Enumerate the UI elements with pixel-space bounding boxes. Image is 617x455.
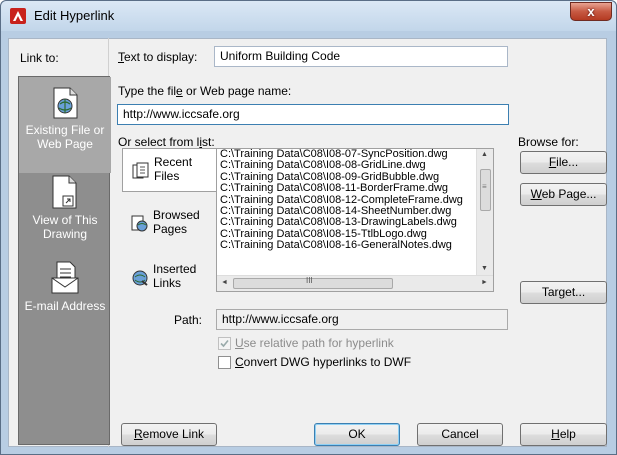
email-icon [51, 261, 79, 294]
list-item[interactable]: C:\Training Data\C08\I08-11-BorderFrame.… [217, 182, 479, 194]
list-source-tabs: Recent Files Browsed Pages Inserted Link… [122, 148, 216, 300]
ok-button[interactable]: OK [314, 423, 400, 446]
path-field: http://www.iccsafe.org [216, 309, 508, 330]
convert-dwg-label: Convert DWG hyperlinks to DWF [235, 355, 412, 369]
remove-link-button[interactable]: Remove Link [121, 423, 217, 446]
cancel-button[interactable]: Cancel [417, 423, 503, 446]
nav-label-email: E-mail Address [24, 299, 106, 313]
grip-icon: ≡ [482, 182, 487, 191]
horizontal-scroll-thumb[interactable]: III [233, 276, 393, 289]
select-list-label: Or select from list: [118, 135, 215, 149]
scroll-left-icon[interactable]: ◄ [221, 279, 228, 286]
scroll-down-icon[interactable]: ▼ [481, 265, 488, 272]
tab-browsed-pages[interactable]: Browsed Pages [122, 202, 216, 246]
target-button[interactable]: Target... [520, 281, 607, 304]
file-name-input[interactable]: http://www.iccsafe.org [117, 104, 509, 125]
window-title: Edit Hyperlink [34, 8, 115, 23]
list-items: C:\Training Data\C08\I08-07-SyncPosition… [217, 149, 479, 277]
text-to-display-label: Text to display: [118, 50, 198, 64]
link-to-panel: Existing File or Web Page View of This D… [18, 76, 111, 445]
convert-dwg-checkbox[interactable] [218, 356, 231, 369]
close-icon: x [587, 4, 595, 19]
text-to-display-input[interactable]: Uniform Building Code [214, 46, 508, 67]
browse-for-label: Browse for: [518, 135, 579, 149]
list-item[interactable]: C:\Training Data\C08\I08-16-GeneralNotes… [217, 239, 479, 251]
recent-files-icon [132, 162, 149, 179]
vertical-scroll-thumb[interactable]: ≡ [480, 169, 491, 211]
inserted-links-icon [132, 270, 148, 286]
tab-recent-files[interactable]: Recent Files [122, 148, 216, 192]
relative-path-label: Use relative path for hyperlink [235, 336, 394, 350]
browse-file-button[interactable]: File... [520, 151, 607, 174]
help-button[interactable]: Help [520, 423, 607, 446]
relative-path-checkbox[interactable] [218, 337, 231, 350]
tab-inserted-links[interactable]: Inserted Links [122, 256, 216, 300]
tab-label-browsed: Browsed Pages [153, 208, 200, 236]
tab-label-inserted: Inserted Links [153, 262, 197, 290]
browse-web-page-button[interactable]: Web Page... [520, 183, 607, 206]
nav-existing-file[interactable]: Existing File or Web Page [19, 77, 111, 173]
nav-email-address[interactable]: E-mail Address [19, 261, 111, 321]
recent-files-list[interactable]: C:\Training Data\C08\I08-07-SyncPosition… [216, 148, 494, 292]
nav-label-existing-file: Existing File or Web Page [25, 123, 105, 151]
tab-label-recent: Recent Files [154, 155, 193, 183]
path-label: Path: [174, 313, 203, 327]
globe-page-icon [53, 87, 78, 119]
vertical-scrollbar[interactable]: ▲ ≡ ▼ [476, 149, 493, 276]
grip-icon: III [306, 276, 313, 285]
nav-view-of-drawing[interactable]: View of This Drawing [19, 173, 111, 261]
nav-label-view-of-drawing: View of This Drawing [32, 213, 98, 241]
autocad-logo-icon [10, 8, 26, 24]
scroll-right-icon[interactable]: ► [481, 279, 488, 286]
browsed-pages-icon [131, 215, 148, 232]
drawing-view-icon [52, 175, 77, 209]
scroll-up-icon[interactable]: ▲ [481, 151, 488, 158]
close-button[interactable]: x [570, 2, 612, 21]
title-bar[interactable]: Edit Hyperlink x [1, 1, 616, 31]
horizontal-scrollbar[interactable]: ◄ III ► [217, 275, 493, 291]
checkmark-icon [220, 339, 229, 348]
file-name-label: Type the file or Web page name: [118, 84, 292, 98]
link-to-label: Link to: [20, 51, 59, 65]
